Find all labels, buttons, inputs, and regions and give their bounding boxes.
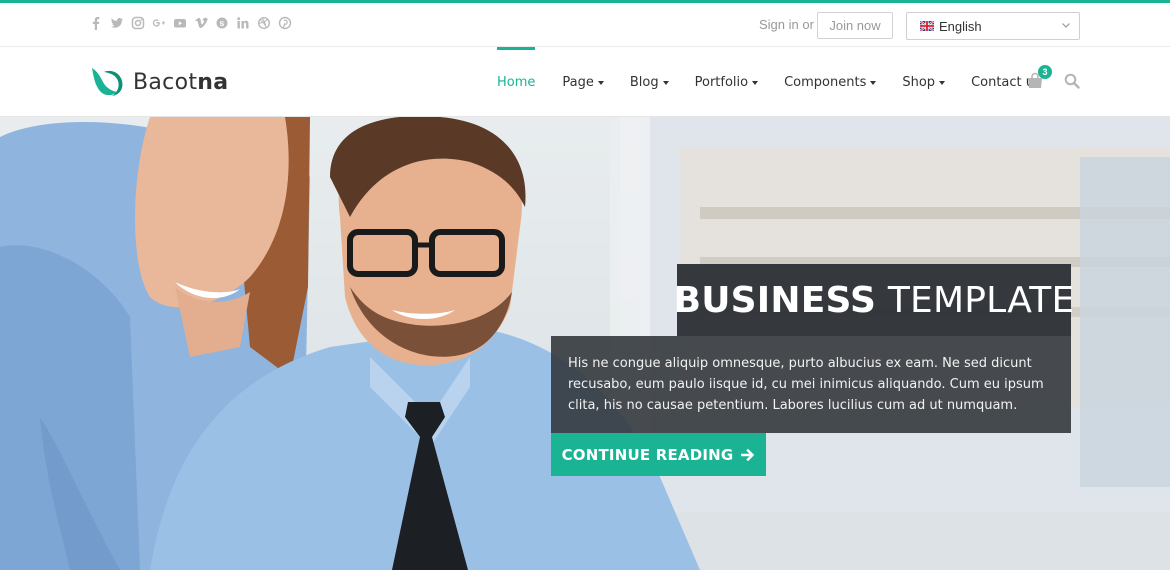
hero-title-light: TEMPLATE [887,279,1075,321]
or-text: or [802,17,814,32]
join-now-button[interactable]: Join now [817,12,893,39]
hero-description: His ne congue aliquip omnesque, purto al… [568,356,1044,413]
hero-slider: BUSINESS TEMPLATE His ne congue aliquip … [0,117,1170,570]
caret-down-icon [870,80,877,85]
nav-home-label: Home [497,74,536,90]
nav-page[interactable]: Page [562,47,604,117]
vimeo-icon[interactable] [194,16,208,30]
social-links [89,16,292,30]
nav-components-label: Components [784,74,867,90]
facebook-icon[interactable] [89,16,103,30]
nav-blog[interactable]: Blog [630,47,669,117]
skype-icon[interactable] [215,16,229,30]
nav-shop-label: Shop [902,74,936,90]
language-select[interactable]: English [906,12,1080,40]
chevron-down-icon [1062,23,1070,28]
search-icon [1064,73,1080,89]
google-plus-icon[interactable] [152,16,166,30]
youtube-icon[interactable] [173,16,187,30]
nav-shop[interactable]: Shop [902,47,946,117]
caret-down-icon [662,80,669,85]
language-label: English [939,18,982,34]
nav-page-label: Page [562,74,594,90]
caret-down-icon [597,80,604,85]
hero-description-box: His ne congue aliquip omnesque, purto al… [551,336,1071,433]
dribbble-icon[interactable] [257,16,271,30]
caret-down-icon [939,80,946,85]
main-nav: Home Page Blog Portfolio Components Shop… [497,47,1041,117]
brand-name: Bacotna [133,70,228,95]
search-button[interactable] [1064,73,1080,89]
nav-blog-label: Blog [629,74,659,90]
continue-reading-button[interactable]: CONTINUE READING [551,433,766,476]
top-bar: Sign in or Join now English [0,0,1170,47]
nav-portfolio-label: Portfolio [694,74,749,90]
nav-portfolio[interactable]: Portfolio [694,47,759,117]
caret-down-icon [752,80,759,85]
twitter-icon[interactable] [110,16,124,30]
sign-in-link[interactable]: Sign in [759,17,799,32]
logo[interactable]: Bacotna [90,66,228,98]
cart-button[interactable]: 3 [1026,65,1052,90]
nav-components[interactable]: Components [784,47,877,117]
arrow-right-icon [741,448,755,461]
logo-mark-icon [92,68,123,96]
hero-title: BUSINESS TEMPLATE [674,280,1075,321]
nav-home[interactable]: Home [497,47,536,117]
main-header: Bacotna Home Page Blog Portfolio Compone… [0,47,1170,117]
instagram-icon[interactable] [131,16,145,30]
pinterest-icon[interactable] [278,16,292,30]
hero-title-box: BUSINESS TEMPLATE [674,264,1074,336]
brand-name-bold: na [197,69,229,95]
brand-name-light: Bacot [133,69,198,95]
uk-flag-icon [920,21,934,31]
hero-title-bold: BUSINESS [673,279,877,321]
cart-count-badge: 3 [1038,65,1052,79]
linkedin-icon[interactable] [236,16,250,30]
continue-reading-label: CONTINUE READING [561,445,734,464]
sign-in-area: Sign in or [759,17,814,32]
